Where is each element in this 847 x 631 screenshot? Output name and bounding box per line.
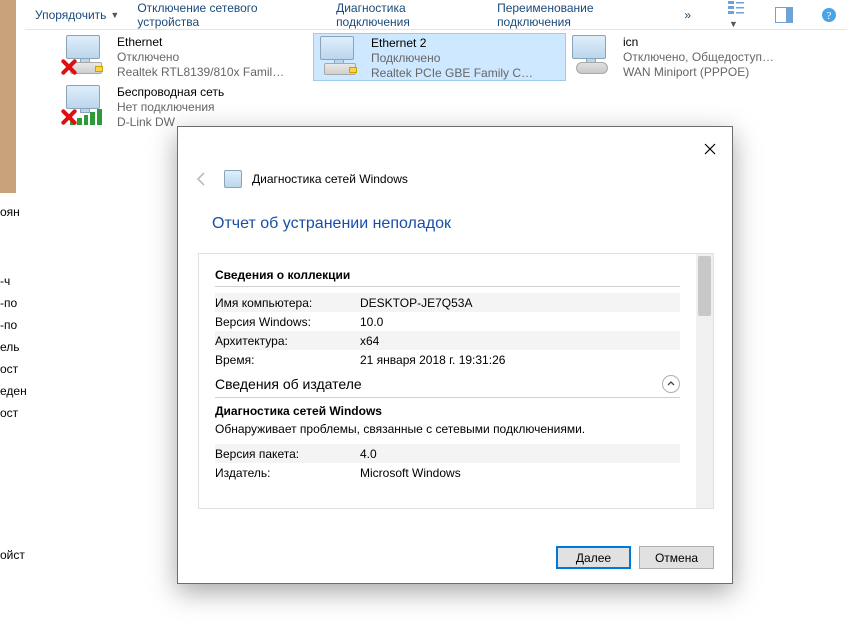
- troubleshooter-dialog: Диагностика сетей Windows Отчет об устра…: [177, 126, 733, 584]
- publisher-sub-title: Диагностика сетей Windows: [215, 404, 680, 418]
- publisher-section-header: Сведения об издателе: [215, 375, 680, 398]
- command-bar: Упорядочить ▼ Отключение сетевого устрой…: [25, 0, 847, 30]
- kv-row: Версия пакета: 4.0: [215, 444, 680, 463]
- dropdown-arrow-icon: ▼: [110, 10, 119, 20]
- adapter-name: icn: [623, 35, 813, 50]
- publisher-description: Обнаруживает проблемы, связанные с сетев…: [215, 422, 680, 436]
- preview-pane-button[interactable]: [775, 7, 793, 23]
- dialog-title: Диагностика сетей Windows: [252, 172, 408, 186]
- adapter-device: Realtek PCIe GBE Family C…: [371, 66, 561, 81]
- adapter-status: Отключено: [117, 50, 307, 65]
- adapter-item-selected[interactable]: Ethernet 2 Подключено Realtek PCIe GBE F…: [313, 33, 566, 81]
- back-button[interactable]: [190, 167, 214, 191]
- organize-label: Упорядочить: [35, 8, 106, 22]
- adapter-name: Беспроводная сеть: [117, 85, 307, 100]
- adapter-item[interactable]: Беспроводная сеть Нет подключения D-Link…: [60, 83, 313, 131]
- collection-section-title: Сведения о коллекции: [215, 268, 680, 287]
- dialup-icon: [570, 35, 615, 77]
- window-root: оян -ч -по -по ель ост еден ост ойст Упо…: [0, 0, 847, 631]
- desktop-sliver: [0, 0, 16, 193]
- adapter-status: Подключено: [371, 51, 561, 66]
- network-adapters-list: Ethernet Отключено Realtek RTL8139/810x …: [60, 33, 842, 133]
- collapse-button[interactable]: [662, 375, 680, 393]
- report-panel: Сведения о коллекции Имя компьютера: DES…: [198, 253, 714, 509]
- ethernet-icon: [64, 35, 109, 77]
- view-options-button[interactable]: ▼: [727, 0, 747, 30]
- kv-row: Имя компьютера: DESKTOP-JE7Q53A: [215, 293, 680, 312]
- ethernet-icon: [318, 36, 363, 78]
- dropdown-arrow-icon: ▼: [729, 19, 738, 29]
- dialog-heading: Отчет об устранении неполадок: [212, 215, 451, 233]
- sidebar-fragment: оян: [0, 205, 16, 219]
- diagnostics-icon: [224, 170, 242, 188]
- kv-row: Время: 21 января 2018 г. 19:31:26: [215, 350, 680, 369]
- kv-row: Архитектура: x64: [215, 331, 680, 350]
- kv-row: Версия Windows: 10.0: [215, 312, 680, 331]
- scrollbar[interactable]: [696, 254, 713, 508]
- diagnose-button[interactable]: Диагностика подключения: [336, 1, 479, 29]
- next-button[interactable]: Далее: [556, 546, 631, 569]
- adapter-name: Ethernet: [117, 35, 307, 50]
- publisher-section-title: Сведения об издателе: [215, 376, 362, 392]
- dialog-header: Диагностика сетей Windows: [190, 167, 408, 191]
- cancel-button[interactable]: Отмена: [639, 546, 714, 569]
- report-content: Сведения о коллекции Имя компьютера: DES…: [199, 254, 696, 508]
- kv-row: Издатель: Microsoft Windows: [215, 463, 680, 482]
- adapter-status: Отключено, Общедоступ…: [623, 50, 813, 65]
- adapter-name: Ethernet 2: [371, 36, 561, 51]
- overflow-button[interactable]: »: [684, 8, 691, 22]
- adapter-item[interactable]: Ethernet Отключено Realtek RTL8139/810x …: [60, 33, 313, 81]
- svg-text:?: ?: [827, 10, 832, 22]
- rename-button[interactable]: Переименование подключения: [497, 1, 666, 29]
- sidebar-fragment-list: -ч -по -по ель ост еден ост ойст: [0, 270, 25, 566]
- wifi-icon: [64, 85, 109, 127]
- organize-menu[interactable]: Упорядочить ▼: [35, 8, 119, 22]
- adapter-status: Нет подключения: [117, 100, 307, 115]
- adapter-device: Realtek RTL8139/810x Famil…: [117, 65, 307, 80]
- close-button[interactable]: [696, 135, 724, 163]
- adapter-device: WAN Miniport (PPPOE): [623, 65, 813, 80]
- help-button[interactable]: ?: [821, 7, 837, 23]
- scrollbar-thumb[interactable]: [698, 256, 711, 316]
- dialog-button-row: Далее Отмена: [556, 546, 714, 569]
- adapter-item[interactable]: icn Отключено, Общедоступ… WAN Miniport …: [566, 33, 819, 81]
- disable-device-button[interactable]: Отключение сетевого устройства: [137, 1, 318, 29]
